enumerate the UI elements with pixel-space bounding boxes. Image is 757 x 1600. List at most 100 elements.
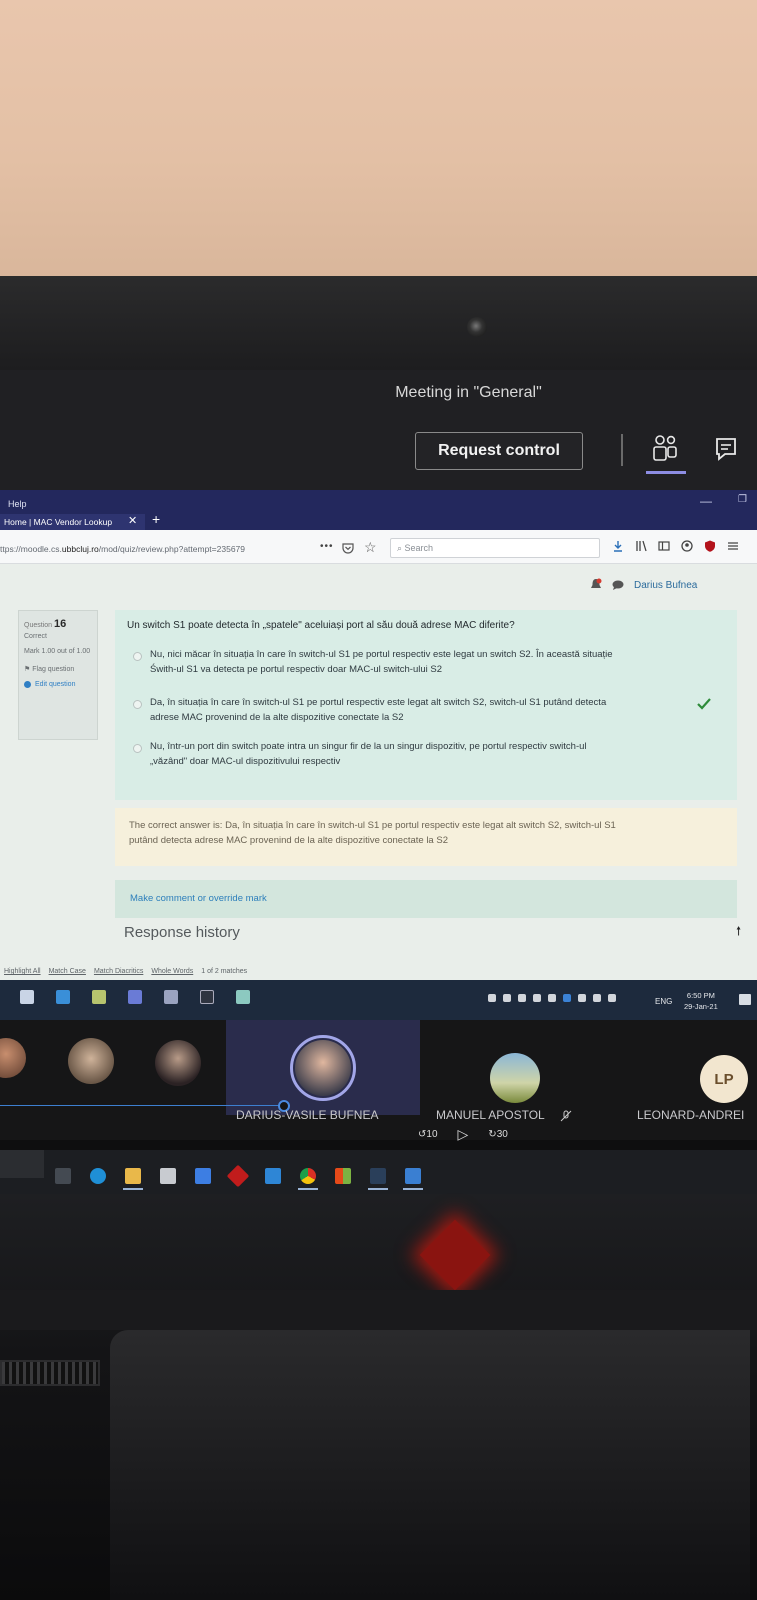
omen-app-icon[interactable] xyxy=(226,1164,250,1188)
monitor-bezel-top xyxy=(0,276,757,376)
minimize-icon[interactable]: — xyxy=(700,494,712,508)
menu-icon[interactable] xyxy=(727,540,739,552)
people-icon[interactable] xyxy=(652,434,678,462)
mail-icon[interactable] xyxy=(56,990,70,1004)
clock[interactable]: 6:50 PM 29-Jan-21 xyxy=(684,990,718,1013)
participant-avatar[interactable] xyxy=(155,1040,201,1086)
flag-question-link[interactable]: ⚑ Flag question xyxy=(24,665,92,674)
notes-icon[interactable] xyxy=(92,990,106,1004)
ublock-icon[interactable] xyxy=(704,540,716,552)
remote-taskbar: ENG 6:50 PM 29-Jan-21 xyxy=(0,980,757,1020)
address-bar[interactable]: ttps://moodle.cs.ubbcluj.ro/mod/quiz/rev… xyxy=(0,544,245,554)
question-text: Un switch S1 poate detecta în „spatele" … xyxy=(127,620,515,631)
chat-icon[interactable] xyxy=(714,436,738,462)
scroll-top-icon[interactable]: 🠕 xyxy=(736,922,741,943)
tray-icon[interactable] xyxy=(593,994,601,1002)
participant-avatar[interactable] xyxy=(490,1053,540,1103)
teams-icon[interactable] xyxy=(405,1168,421,1184)
teams-app-icon[interactable] xyxy=(128,990,142,1004)
active-app-indicator xyxy=(123,1188,143,1190)
match-case-toggle[interactable]: Match Case xyxy=(49,968,86,980)
laptop-keyboard-deck xyxy=(110,1330,750,1600)
option-text: Nu, într-un port din switch poate intra … xyxy=(150,741,587,752)
bookmark-star-icon[interactable]: ☆ xyxy=(364,539,377,556)
radio-button[interactable] xyxy=(133,700,142,709)
search-icon: ⌕ xyxy=(397,543,405,553)
dropbox-icon[interactable] xyxy=(195,1168,211,1184)
participant-initials-avatar[interactable]: LP xyxy=(700,1055,748,1103)
request-control-button[interactable]: Request control xyxy=(415,432,583,470)
store-icon[interactable] xyxy=(160,1168,176,1184)
bluetooth-icon[interactable] xyxy=(563,994,571,1002)
active-app-indicator xyxy=(368,1188,388,1190)
answer-option-1[interactable]: Nu, nici măcar în situația în care în sw… xyxy=(133,648,613,677)
presenter-avatar[interactable] xyxy=(295,1040,351,1096)
option-text: „văzând" doar MAC-ul dispozitivului resp… xyxy=(150,755,341,767)
rewind-icon[interactable]: ↺10 xyxy=(418,1129,438,1140)
file-explorer-icon[interactable] xyxy=(20,990,34,1004)
user-name[interactable]: Darius Bufnea xyxy=(634,580,697,591)
close-tab-icon[interactable]: ✕ xyxy=(128,514,137,527)
question-info-panel: Question 16 Correct Mark 1.00 out of 1.0… xyxy=(18,610,98,740)
highlight-all-toggle[interactable]: Highlight All xyxy=(4,968,41,980)
notification-bell-icon[interactable] xyxy=(590,578,602,592)
find-bar: Highlight All Match Case Match Diacritic… xyxy=(0,960,757,980)
answer-option-3[interactable]: Nu, într-un port din switch poate intra … xyxy=(133,740,587,769)
download-icon[interactable] xyxy=(612,540,624,552)
presenter-name: DARIUS-VASILE BUFNEA xyxy=(236,1108,379,1122)
mail-icon[interactable] xyxy=(265,1168,281,1184)
edit-question-label: Edit question xyxy=(35,681,76,689)
forward-icon[interactable]: ↻30 xyxy=(488,1129,508,1140)
restore-icon[interactable]: ❐ xyxy=(738,494,747,505)
edge-icon[interactable] xyxy=(90,1168,106,1184)
search-input[interactable]: ⌕ Search xyxy=(390,538,600,558)
flag-question-label: Flag question xyxy=(32,665,75,673)
chrome-icon[interactable] xyxy=(300,1168,316,1184)
messages-icon[interactable] xyxy=(612,580,624,590)
moodle-user-menu: Darius Bufnea xyxy=(590,578,697,592)
terminal-icon[interactable] xyxy=(200,990,214,1004)
clock-time: 6:50 PM xyxy=(686,991,715,1000)
office-icon[interactable] xyxy=(335,1168,351,1184)
participants-strip: DARIUS-VASILE BUFNEA MANUEL APOSTOL LP L… xyxy=(0,1020,757,1143)
participant-avatar[interactable] xyxy=(68,1038,114,1084)
tray-icon[interactable] xyxy=(488,994,496,1002)
question-label: Question xyxy=(24,622,53,629)
sidebar-icon[interactable] xyxy=(658,540,670,552)
new-tab-icon[interactable]: + xyxy=(152,511,160,527)
app-icon[interactable] xyxy=(236,990,250,1004)
task-view-icon[interactable] xyxy=(55,1168,71,1184)
network-app-icon[interactable] xyxy=(164,990,178,1004)
correct-answer-line: putând detecta adrese MAC provenind de l… xyxy=(129,835,448,847)
match-diacritics-toggle[interactable]: Match Diacritics xyxy=(94,968,143,980)
tray-icon[interactable] xyxy=(578,994,586,1002)
tray-icon[interactable] xyxy=(548,994,556,1002)
page-actions-icon[interactable]: ••• xyxy=(320,541,334,552)
tray-icon[interactable] xyxy=(503,994,511,1002)
volume-icon[interactable] xyxy=(518,994,526,1002)
radio-button[interactable] xyxy=(133,744,142,753)
webcam xyxy=(467,317,487,337)
tray-icon[interactable] xyxy=(533,994,541,1002)
edit-question-link[interactable]: Edit question xyxy=(24,680,92,689)
steam-icon[interactable] xyxy=(370,1168,386,1184)
toolbar-divider xyxy=(621,434,623,466)
account-icon[interactable] xyxy=(681,540,693,552)
file-explorer-icon[interactable] xyxy=(125,1168,141,1184)
language-indicator[interactable]: ENG xyxy=(655,997,672,1006)
make-comment-link[interactable]: Make comment or override mark xyxy=(130,893,267,904)
library-icon[interactable] xyxy=(635,540,647,552)
browser-toolbar-icons xyxy=(612,540,739,552)
menu-help[interactable]: Help xyxy=(8,499,27,509)
participant-avatar[interactable] xyxy=(0,1038,26,1078)
option-text: Nu, nici măcar în situația în care în sw… xyxy=(150,649,613,660)
pocket-icon[interactable] xyxy=(342,542,354,554)
search-box[interactable] xyxy=(0,1150,44,1178)
answer-option-2[interactable]: Da, în situația în care în switch-ul S1 … xyxy=(133,696,606,725)
play-icon[interactable]: ▷ xyxy=(458,1126,469,1143)
browser-tab[interactable]: Home | MAC Vendor Lookup xyxy=(0,514,145,530)
wifi-icon[interactable] xyxy=(608,994,616,1002)
radio-button[interactable] xyxy=(133,652,142,661)
notification-center-icon[interactable] xyxy=(739,994,751,1005)
whole-words-toggle[interactable]: Whole Words xyxy=(151,968,193,980)
